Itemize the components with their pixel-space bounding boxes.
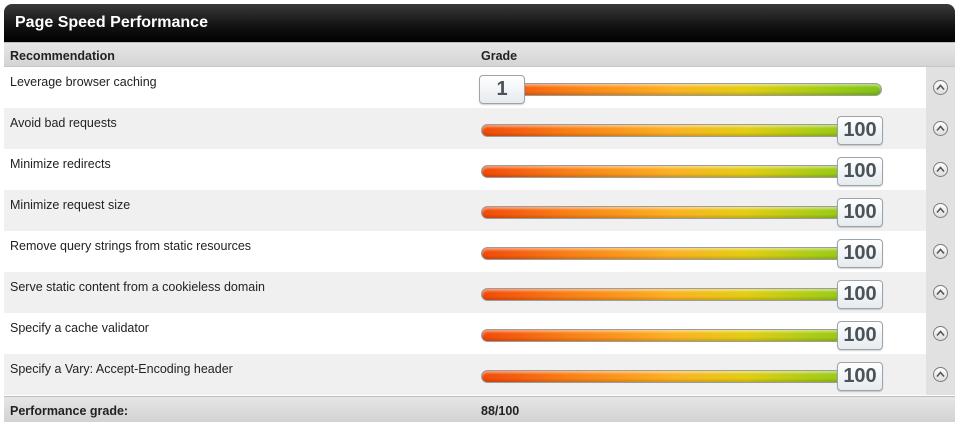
expand-circle-up-icon[interactable] xyxy=(933,80,948,95)
recommendation-label: Minimize request size xyxy=(10,198,131,212)
page-speed-panel: Page Speed Performance Recommendation Gr… xyxy=(4,4,955,422)
grade-slider-track xyxy=(481,329,882,342)
grade-value-knob: 100 xyxy=(837,321,883,350)
grade-slider-track xyxy=(481,288,882,301)
expand-circle-up-icon[interactable] xyxy=(933,244,948,259)
recommendation-row: Minimize request size 100 xyxy=(4,190,955,231)
column-header-recommendation: Recommendation xyxy=(10,49,115,63)
grade-value-knob: 100 xyxy=(837,157,883,186)
expand-circle-up-icon[interactable] xyxy=(933,367,948,382)
recommendation-row: Avoid bad requests 100 xyxy=(4,108,955,149)
performance-grade-footer: Performance grade: 88/100 xyxy=(4,396,955,422)
grade-value-knob: 100 xyxy=(837,116,883,145)
row-action-cell xyxy=(926,354,955,395)
grade-value-knob: 100 xyxy=(837,198,883,227)
recommendation-label: Specify a cache validator xyxy=(10,321,149,335)
grade-value-knob: 100 xyxy=(837,239,883,268)
row-action-cell xyxy=(926,108,955,149)
expand-circle-up-icon[interactable] xyxy=(933,162,948,177)
recommendation-row: Leverage browser caching 1 xyxy=(4,67,955,108)
recommendation-label: Remove query strings from static resourc… xyxy=(10,239,252,253)
grade-slider-track xyxy=(481,124,882,137)
grade-slider-track xyxy=(481,165,882,178)
row-action-cell xyxy=(926,231,955,272)
grade-value-knob: 1 xyxy=(479,75,525,104)
performance-grade-label: Performance grade: xyxy=(10,404,129,418)
recommendation-label: Minimize redirects xyxy=(10,157,111,171)
recommendation-label: Specify a Vary: Accept-Encoding header xyxy=(10,362,233,376)
grade-value-knob: 100 xyxy=(837,362,883,391)
expand-circle-up-icon[interactable] xyxy=(933,285,948,300)
recommendation-row: Specify a Vary: Accept-Encoding header 1… xyxy=(4,354,955,395)
row-action-cell xyxy=(926,190,955,231)
row-action-cell xyxy=(926,313,955,354)
recommendation-label: Avoid bad requests xyxy=(10,116,117,130)
grade-slider-track xyxy=(481,247,882,260)
row-action-cell xyxy=(926,272,955,313)
column-header-row: Recommendation Grade xyxy=(4,42,955,67)
column-header-grade: Grade xyxy=(481,49,518,63)
expand-circle-up-icon[interactable] xyxy=(933,326,948,341)
recommendation-list: Leverage browser caching 1 Avoid bad req… xyxy=(4,67,955,395)
row-action-cell xyxy=(926,149,955,190)
recommendation-label: Leverage browser caching xyxy=(10,75,157,89)
recommendation-row: Minimize redirects 100 xyxy=(4,149,955,190)
grade-slider-track xyxy=(481,83,882,96)
expand-circle-up-icon[interactable] xyxy=(933,203,948,218)
grade-value-knob: 100 xyxy=(837,280,883,309)
grade-slider-track xyxy=(481,206,882,219)
performance-grade-value: 88/100 xyxy=(481,404,520,418)
recommendation-row: Specify a cache validator 100 xyxy=(4,313,955,354)
panel-title: Page Speed Performance xyxy=(4,4,955,42)
recommendation-row: Serve static content from a cookieless d… xyxy=(4,272,955,313)
grade-slider-track xyxy=(481,370,882,383)
recommendation-row: Remove query strings from static resourc… xyxy=(4,231,955,272)
expand-circle-up-icon[interactable] xyxy=(933,121,948,136)
recommendation-label: Serve static content from a cookieless d… xyxy=(10,280,265,294)
row-action-cell xyxy=(926,67,955,108)
